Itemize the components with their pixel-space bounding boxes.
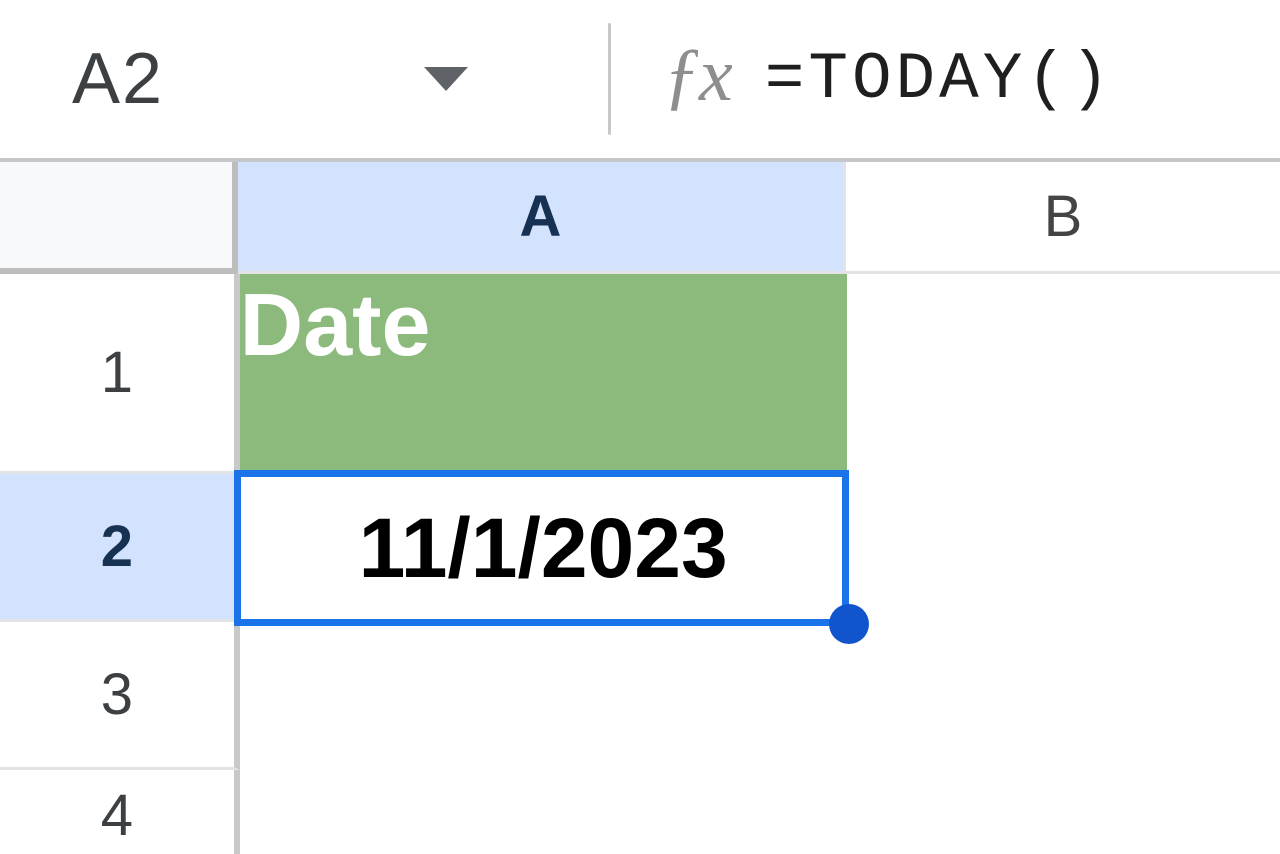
- cell-B1[interactable]: [847, 274, 1280, 474]
- cell-A2[interactable]: 11/1/2023: [240, 474, 847, 622]
- row-header-2[interactable]: 2: [0, 474, 240, 622]
- name-box[interactable]: A2: [72, 38, 572, 120]
- column-header-row: A B: [0, 162, 1280, 274]
- name-box-text: A2: [72, 38, 164, 120]
- row-header-3[interactable]: 3: [0, 622, 240, 770]
- column-header-B[interactable]: B: [846, 162, 1280, 274]
- row-1: 1 Date: [0, 274, 1280, 474]
- cell-A1[interactable]: Date: [240, 274, 847, 474]
- column-header-A[interactable]: A: [238, 162, 846, 274]
- divider: [608, 23, 611, 135]
- row-header-1[interactable]: 1: [0, 274, 240, 474]
- row-4: 4: [0, 770, 1280, 854]
- fill-handle[interactable]: [829, 604, 869, 644]
- formula-bar: A2 ƒx =TODAY(): [0, 0, 1280, 158]
- formula-input[interactable]: =TODAY(): [765, 42, 1114, 117]
- cell-B4[interactable]: [847, 770, 1280, 854]
- row-header-4[interactable]: 4: [0, 770, 240, 854]
- row-2: 2 11/1/2023: [0, 474, 1280, 622]
- cell-B2[interactable]: [847, 474, 1280, 622]
- cell-A4[interactable]: [240, 770, 847, 854]
- row-3: 3: [0, 622, 1280, 770]
- chevron-down-icon[interactable]: [424, 67, 468, 91]
- cell-A3[interactable]: [240, 622, 847, 770]
- selected-cell-wrapper: 11/1/2023: [240, 474, 847, 622]
- spreadsheet-grid: A B 1 Date 2 11/1/2023 3 4: [0, 158, 1280, 854]
- select-all-corner[interactable]: [0, 162, 238, 274]
- cell-B3[interactable]: [847, 622, 1280, 770]
- fx-icon: ƒx: [663, 32, 731, 119]
